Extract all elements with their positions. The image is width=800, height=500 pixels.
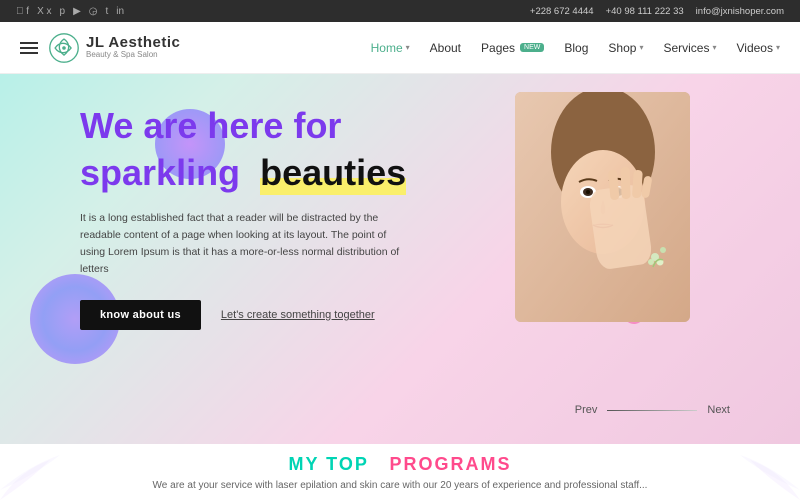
nav-line (607, 410, 697, 411)
next-button[interactable]: Next (707, 404, 730, 416)
brand-tagline: Beauty & Spa Salon (86, 51, 180, 60)
nav-pages[interactable]: Pages NEW (481, 41, 544, 55)
logo-icon (48, 32, 80, 64)
nav-about[interactable]: About (430, 41, 461, 55)
email: info@jxnishoper.com (696, 6, 784, 17)
nav-services[interactable]: Services ▾ (663, 41, 716, 55)
nav-shop[interactable]: Shop ▾ (608, 41, 643, 55)
logo-text: JL Aesthetic Beauty & Spa Salon (86, 35, 180, 60)
chevron-down-icon: ▾ (712, 43, 716, 52)
contact-info: +228 672 4444 +40 98 111 222 33 info@jxn… (530, 6, 784, 17)
hero-image-placeholder (515, 92, 690, 322)
nav-blog[interactable]: Blog (564, 41, 588, 55)
logo: JL Aesthetic Beauty & Spa Salon (48, 32, 180, 64)
hero-description: It is a long established fact that a rea… (80, 210, 400, 277)
social-icons:  f X x p ▶ ◶ t in (16, 6, 124, 17)
chevron-down-icon: ▾ (406, 43, 410, 52)
youtube-icon[interactable]: ▶ (73, 6, 81, 17)
top-bar:  f X x p ▶ ◶ t in +228 672 4444 +40 98 … (0, 0, 800, 22)
nav-home[interactable]: Home ▾ (371, 41, 410, 55)
hero-title-line2: sparkling beauties (80, 151, 460, 194)
tumblr-icon[interactable]: t (106, 6, 109, 17)
hero-content: We are here for sparkling beauties It is… (80, 104, 460, 330)
deco-right (720, 450, 800, 500)
prev-button[interactable]: Prev (575, 404, 598, 416)
right-floral-icon (720, 450, 800, 500)
phone1: +228 672 4444 (530, 6, 594, 17)
chevron-down-icon: ▾ (639, 43, 643, 52)
linkedin-icon[interactable]: in (116, 6, 124, 17)
bottom-section: MY TOP PROGRAMS We are at your service w… (0, 444, 800, 500)
hero-navigation: Prev Next (575, 404, 730, 416)
left-floral-icon (0, 450, 80, 500)
hero-title-line1: We are here for (80, 104, 460, 147)
new-badge: NEW (520, 43, 544, 52)
bottom-description: We are at your service with laser epilat… (153, 480, 648, 491)
brand-name: JL Aesthetic (86, 35, 180, 52)
hero-title-beauties: beauties (260, 152, 406, 195)
hero-buttons: know about us Let's create something tog… (80, 300, 460, 330)
phone2: +40 98 111 222 33 (606, 6, 684, 17)
create-together-link[interactable]: Let's create something together (221, 309, 375, 321)
pinterest-icon[interactable]: p (60, 6, 66, 17)
nav-videos[interactable]: Videos ▾ (737, 41, 781, 55)
hero-title-sparkling: sparkling (80, 152, 240, 193)
hamburger-menu[interactable] (20, 42, 38, 54)
chevron-down-icon: ▾ (776, 43, 780, 52)
header-left: JL Aesthetic Beauty & Spa Salon (20, 32, 180, 64)
hero-face-illustration (515, 92, 690, 322)
deco-left (0, 450, 80, 500)
twitter-icon[interactable]: X x (37, 6, 51, 17)
facebook-icon[interactable]:  f (16, 6, 29, 17)
main-nav: Home ▾ About Pages NEW Blog Shop ▾ Servi… (371, 41, 780, 55)
bottom-title: MY TOP PROGRAMS (288, 454, 511, 475)
instagram-icon[interactable]: ◶ (89, 6, 98, 17)
know-about-us-button[interactable]: know about us (80, 300, 201, 330)
programs-label: PROGRAMS (390, 454, 512, 474)
hero-section: We are here for sparkling beauties It is… (0, 74, 800, 444)
my-top-label: MY TOP (288, 454, 368, 474)
header: JL Aesthetic Beauty & Spa Salon Home ▾ A… (0, 22, 800, 74)
hero-image (515, 92, 690, 322)
